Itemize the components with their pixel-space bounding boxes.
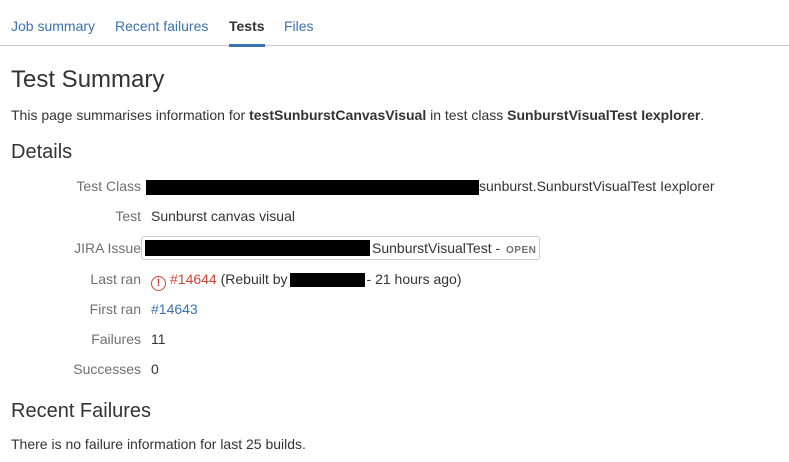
details-heading: Details [11,141,73,163]
test-class-label: Test Class [76,178,141,194]
jira-issue-text: SunburstVisualTest - [372,240,501,256]
failures-label: Failures [91,331,141,347]
test-class-text: sunburst.SunburstVisualTest Iexplorer [479,178,715,194]
last-ran-build-link[interactable]: #14644 [170,271,217,287]
jira-status-badge: OPEN [506,245,537,256]
recent-failures-heading: Recent Failures [11,400,152,422]
redaction-block [146,179,479,195]
no-failures-message: There is no failure information for last… [11,436,306,452]
tab-recent-failures[interactable]: Recent failures [115,6,208,46]
last-ran-label: Last ran [90,271,141,287]
intro-class-name: SunburstVisualTest Iexplorer [507,107,701,123]
jira-issue-link[interactable]: SunburstVisualTest - OPEN [372,240,536,256]
first-ran-label: First ran [89,301,141,317]
test-class-value: sunburst.SunburstVisualTest Iexplorer [146,178,715,195]
jira-redaction-block [145,240,370,256]
last-ran-value: ! #14644 (Rebuilt by - 21 hours ago) [151,271,461,291]
error-circle-icon: ! [151,276,166,291]
rebuilt-by-redaction [289,273,365,288]
tab-files[interactable]: Files [284,6,314,46]
tab-bar: Job summary Recent failures Tests Files [0,6,789,47]
last-ran-prefix: (Rebuilt by [220,271,288,287]
intro-suffix: . [700,107,705,123]
failures-value: 11 [151,331,166,347]
intro-mid: in test class [426,107,508,123]
last-ran-suffix: - 21 hours ago) [366,271,462,287]
jira-issue-label: JIRA Issue [74,240,141,256]
page-intro: This page summarises information for tes… [11,107,704,123]
first-ran-build-link[interactable]: #14643 [151,301,198,317]
intro-prefix: This page summarises information for [11,107,250,123]
test-label: Test [115,208,141,224]
intro-test-name: testSunburstCanvasVisual [249,107,427,123]
tab-tests[interactable]: Tests [229,6,265,47]
test-value: Sunburst canvas visual [151,208,295,224]
page-title: Test Summary [11,66,165,93]
successes-label: Successes [73,361,141,377]
tab-job-summary[interactable]: Job summary [11,6,95,46]
successes-value: 0 [151,361,159,377]
